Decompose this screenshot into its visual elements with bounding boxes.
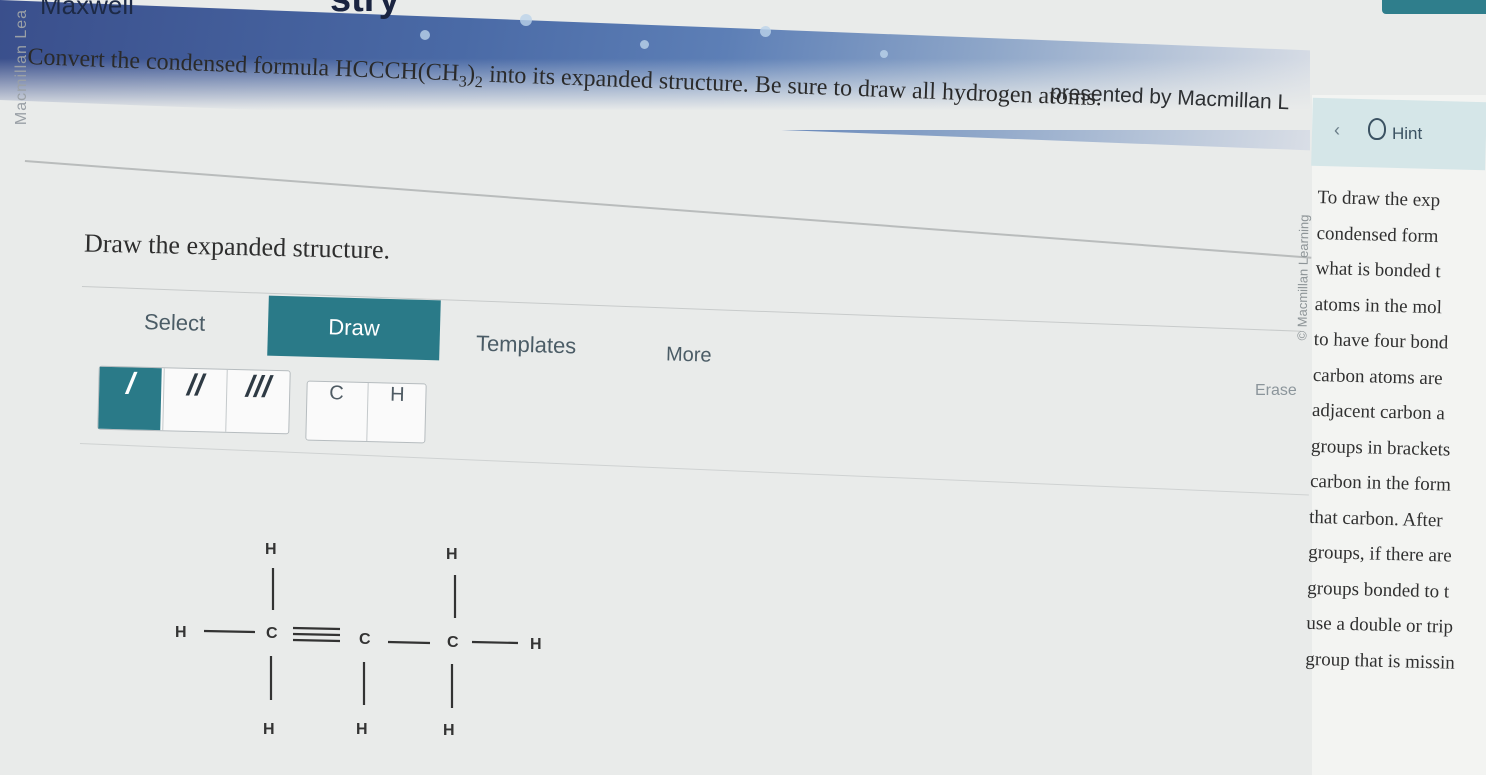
atom-c2[interactable]: C [359,631,371,649]
hint-line: groups bonded to t [1307,577,1450,603]
hint-line: use a double or trip [1306,612,1454,638]
bond-h-c1 [203,629,256,634]
hint-line: carbon in the form [1309,470,1452,496]
hint-text: To draw the exp condensed form what is b… [1305,180,1486,681]
bond-c1-c2-triple-1 [292,626,341,631]
atom-h-left[interactable]: H [175,624,187,642]
atom-c3[interactable]: C [447,634,459,652]
atom-h-c2-bottom[interactable]: H [356,721,368,739]
hint-line: groups, if there are [1307,541,1452,567]
hint-credit: © Macmillan Learning [1294,214,1312,341]
atom-h-c1-bottom[interactable]: H [263,721,275,739]
top-right-button[interactable] [1382,0,1486,14]
bond-c2-c3 [387,640,431,645]
hint-line: To draw the exp [1317,186,1441,212]
hint-line: that carbon. After [1308,506,1443,531]
atom-h-c1-top[interactable]: H [265,541,277,559]
hint-line: to have four bond [1313,328,1449,354]
bond-c3-h [471,640,519,645]
hint-label[interactable]: Hint [1392,124,1422,144]
hint-line: condensed form [1316,222,1439,247]
atom-h-right[interactable]: H [530,636,542,654]
bond-c1-c2-triple-3 [292,638,341,643]
atom-h-c3-top[interactable]: H [446,546,458,564]
atom-h-c3-bottom[interactable]: H [443,722,455,740]
hint-line: atoms in the mol [1314,293,1443,318]
atom-c1[interactable]: C [266,625,278,643]
hint-line: group that is missin [1305,648,1456,674]
lightbulb-icon [1368,118,1386,140]
hint-line: what is bonded t [1315,257,1441,283]
drawing-canvas[interactable] [0,0,1300,775]
chevron-left-icon[interactable]: ‹ [1334,120,1340,141]
hint-line: groups in brackets [1310,435,1451,461]
bond-c1-c2-triple-2 [292,632,341,637]
hint-line: adjacent carbon a [1311,399,1446,425]
hint-line: carbon atoms are [1312,364,1443,389]
